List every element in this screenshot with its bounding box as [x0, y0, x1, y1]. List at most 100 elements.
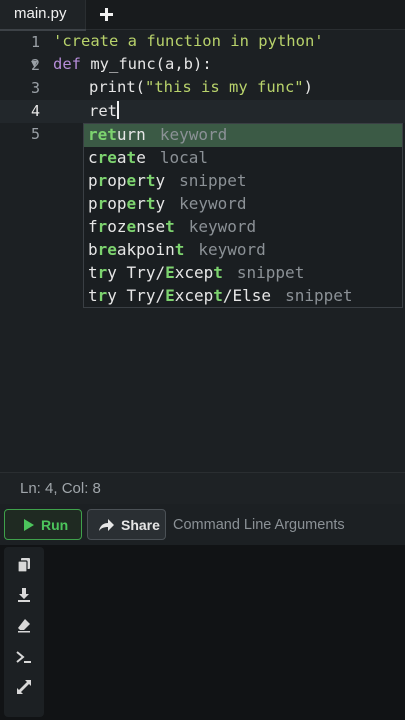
- match-text: r: [97, 171, 108, 190]
- match-text: E: [165, 286, 175, 305]
- item-text: f: [88, 217, 98, 236]
- copy-icon[interactable]: [16, 557, 32, 573]
- match-text: re: [97, 240, 117, 259]
- code-token: ): [303, 78, 313, 96]
- run-button[interactable]: Run: [4, 509, 82, 540]
- tab-label: main.py: [14, 5, 67, 22]
- match-text: r: [97, 217, 108, 236]
- match-text: ret: [88, 125, 117, 144]
- autocomplete-popup: return keyword create local property snippe…: [83, 123, 403, 308]
- play-icon: [24, 519, 34, 531]
- code-line[interactable]: 3 print("this is my func"): [0, 77, 405, 100]
- autocomplete-item[interactable]: try Try/Except snippet: [84, 262, 402, 285]
- item-text: akpoin: [116, 240, 175, 259]
- code-line-active[interactable]: 4 ret: [0, 100, 405, 123]
- item-text: op: [107, 171, 127, 190]
- tab-main-py[interactable]: main.py: [0, 0, 86, 31]
- command-line-arguments-input[interactable]: [168, 509, 403, 540]
- item-text: nse: [136, 217, 166, 236]
- status-bar: Ln: 4, Col: 8: [0, 472, 405, 504]
- tab-bar: main.py: [0, 0, 405, 31]
- code-token: my_func(a,b):: [81, 55, 212, 73]
- match-text: t: [174, 240, 185, 259]
- match-text: E: [165, 263, 175, 282]
- item-text: oz: [107, 217, 127, 236]
- code-text: def my_func(a,b):: [53, 55, 212, 73]
- item-text: y Try/: [107, 263, 166, 282]
- code-text: 'create a function in python': [53, 32, 324, 50]
- autocomplete-item[interactable]: property snippet: [84, 170, 402, 193]
- item-text: b: [88, 240, 98, 259]
- item-text: y Try/: [107, 286, 166, 305]
- new-tab-button[interactable]: [96, 3, 118, 25]
- fold-chevron-down-icon[interactable]: ▼: [31, 57, 38, 70]
- code-line[interactable]: 2 ▼ def my_func(a,b):: [0, 54, 405, 77]
- share-button-label: Share: [121, 517, 160, 533]
- console-panel[interactable]: [0, 545, 405, 720]
- item-text: r: [136, 194, 146, 213]
- code-text: ret: [89, 101, 119, 120]
- match-text: t: [213, 263, 223, 282]
- code-token: ret: [89, 102, 117, 120]
- code-line[interactable]: 1 'create a function in python': [0, 31, 405, 54]
- keyword-token: def: [53, 55, 81, 73]
- item-text: a: [116, 148, 127, 167]
- terminal-icon[interactable]: [16, 649, 32, 665]
- item-text: urn: [116, 125, 146, 144]
- match-text: t: [126, 148, 137, 167]
- item-kind: snippet: [179, 171, 247, 190]
- run-button-label: Run: [41, 517, 69, 533]
- code-token: print(: [89, 78, 145, 96]
- autocomplete-item[interactable]: try Try/Except/Else snippet: [84, 285, 402, 308]
- share-button[interactable]: Share: [87, 509, 166, 540]
- line-number: 5: [30, 125, 40, 143]
- match-text: r: [97, 263, 108, 282]
- item-text: p: [88, 171, 98, 190]
- match-text: e: [126, 217, 137, 236]
- string-literal: "this is my func": [145, 78, 304, 96]
- code-text: print("this is my func"): [89, 78, 313, 96]
- download-icon[interactable]: [16, 587, 32, 603]
- line-number: 4: [30, 102, 40, 120]
- match-text: t: [165, 217, 175, 236]
- item-kind: snippet: [285, 286, 353, 305]
- match-text: e: [126, 171, 137, 190]
- item-kind: snippet: [236, 263, 305, 282]
- match-text: re: [97, 148, 117, 167]
- item-kind: keyword: [188, 217, 257, 236]
- autocomplete-item[interactable]: create local: [84, 147, 402, 170]
- share-icon: [99, 519, 114, 531]
- item-text: r: [136, 171, 146, 190]
- item-text: e: [136, 148, 146, 167]
- item-text: /Else: [222, 286, 272, 305]
- match-text: t: [213, 286, 223, 305]
- expand-icon[interactable]: [16, 679, 32, 695]
- item-kind: local: [159, 148, 208, 167]
- item-text: t: [88, 263, 98, 282]
- autocomplete-item[interactable]: return keyword: [84, 124, 402, 147]
- match-text: r: [97, 286, 108, 305]
- autocomplete-item[interactable]: frozenset keyword: [84, 216, 402, 239]
- run-toolbar: Run Share: [0, 505, 405, 543]
- line-number: 1: [30, 33, 40, 51]
- item-text: y: [155, 194, 166, 213]
- item-kind: keyword: [198, 240, 266, 259]
- autocomplete-item[interactable]: breakpoint keyword: [84, 239, 402, 262]
- item-text: y: [155, 171, 166, 190]
- item-text: t: [88, 286, 98, 305]
- item-text: op: [107, 194, 127, 213]
- item-text: p: [88, 194, 98, 213]
- autocomplete-item[interactable]: property keyword: [84, 193, 402, 216]
- match-text: r: [97, 194, 108, 213]
- line-number: 3: [30, 79, 40, 97]
- string-literal: 'create a function in python': [53, 32, 324, 50]
- item-text: c: [88, 148, 98, 167]
- cursor-position: Ln: 4, Col: 8: [20, 480, 101, 497]
- text-cursor: [117, 101, 119, 119]
- eraser-icon[interactable]: [16, 617, 32, 633]
- match-text: e: [126, 194, 137, 213]
- plus-icon-vertical: [105, 8, 108, 21]
- item-kind: keyword: [159, 125, 228, 144]
- item-text: xcep: [174, 263, 214, 282]
- console-tool-rail: [4, 547, 44, 717]
